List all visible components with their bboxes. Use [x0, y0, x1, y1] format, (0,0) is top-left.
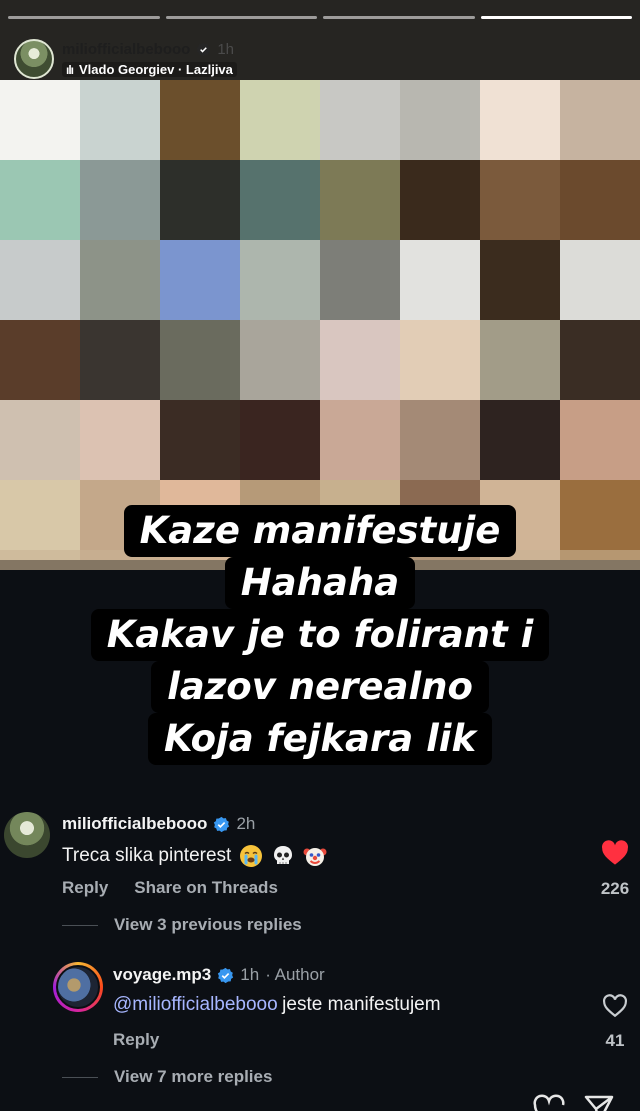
- comment-username[interactable]: miliofficialbebooo: [62, 814, 207, 834]
- heart-outline-icon[interactable]: [602, 994, 628, 1018]
- thread-line: [62, 924, 98, 926]
- music-bars-icon: ılı: [66, 62, 74, 77]
- progress-segment: [323, 16, 475, 19]
- story-time: 1h: [217, 41, 235, 58]
- author-tag: · Author: [265, 965, 325, 984]
- reply-button[interactable]: Reply: [62, 878, 108, 898]
- commenter-avatar[interactable]: [4, 812, 50, 858]
- comment-time: 1h: [240, 965, 260, 984]
- story-username[interactable]: miliofficialbebooo: [62, 41, 190, 58]
- heart-outline-icon[interactable]: [533, 1094, 565, 1111]
- story-caption: Kaze manifestuje Hahaha Kakav je to foli…: [0, 505, 640, 765]
- comment-time: 2h: [236, 814, 256, 833]
- verified-badge-icon: [214, 816, 230, 832]
- story-avatar[interactable]: [14, 39, 54, 79]
- progress-segment: [165, 16, 317, 19]
- reply-button[interactable]: Reply: [113, 1030, 159, 1049]
- caption-line: Kakav je to folirant i: [90, 609, 550, 661]
- story-progress-bar: [8, 16, 632, 19]
- share-paper-plane-icon[interactable]: [583, 1094, 615, 1111]
- music-sticker[interactable]: ılı Vlado Georgiev · Lazljiva: [62, 62, 237, 77]
- like-count: 226: [600, 879, 630, 898]
- progress-segment: [8, 16, 160, 19]
- view-more-replies-button[interactable]: View 7 more replies: [62, 1067, 272, 1087]
- progress-segment-active: [480, 16, 632, 19]
- verified-badge-icon: [218, 967, 234, 983]
- music-label: Vlado Georgiev · Lazljiva: [79, 62, 233, 77]
- like-count: 41: [605, 1031, 625, 1050]
- blurred-story-image: [0, 0, 640, 570]
- verified-badge-icon: [197, 42, 211, 57]
- replier-avatar[interactable]: [53, 962, 103, 1012]
- story-view[interactable]: miliofficialbebooo 1h ılı Vlado Georgiev…: [0, 0, 640, 570]
- story-header: miliofficialbebooo 1h ılı Vlado Georgiev…: [14, 36, 237, 82]
- avatar-image: [56, 965, 100, 1009]
- view-more-replies-label: View 7 more replies: [114, 1067, 273, 1086]
- crying-face-icon: [240, 845, 263, 867]
- comment-text: Treca slika pinterest: [62, 845, 232, 866]
- caption-line: Hahaha: [224, 557, 416, 609]
- caption-line: Kaze manifestuje: [123, 505, 517, 557]
- heart-filled-icon[interactable]: [601, 840, 629, 866]
- mention-link[interactable]: @miliofficialbebooo: [113, 994, 278, 1015]
- view-previous-replies-label: View 3 previous replies: [114, 915, 302, 934]
- view-previous-replies-button[interactable]: View 3 previous replies: [62, 915, 302, 935]
- caption-line: Koja fejkara lik: [147, 713, 493, 765]
- share-on-threads-button[interactable]: Share on Threads: [134, 878, 278, 898]
- caption-line: lazov nerealno: [151, 661, 489, 713]
- reply-comment: voyage.mp3 1h · Author @miliofficialbebo…: [0, 962, 640, 1062]
- clown-face-icon: [303, 848, 327, 866]
- skull-icon: [274, 846, 293, 864]
- comment-text: jeste manifestujem: [282, 994, 441, 1015]
- thread-line: [62, 1076, 98, 1078]
- comment-username[interactable]: voyage.mp3: [113, 965, 211, 985]
